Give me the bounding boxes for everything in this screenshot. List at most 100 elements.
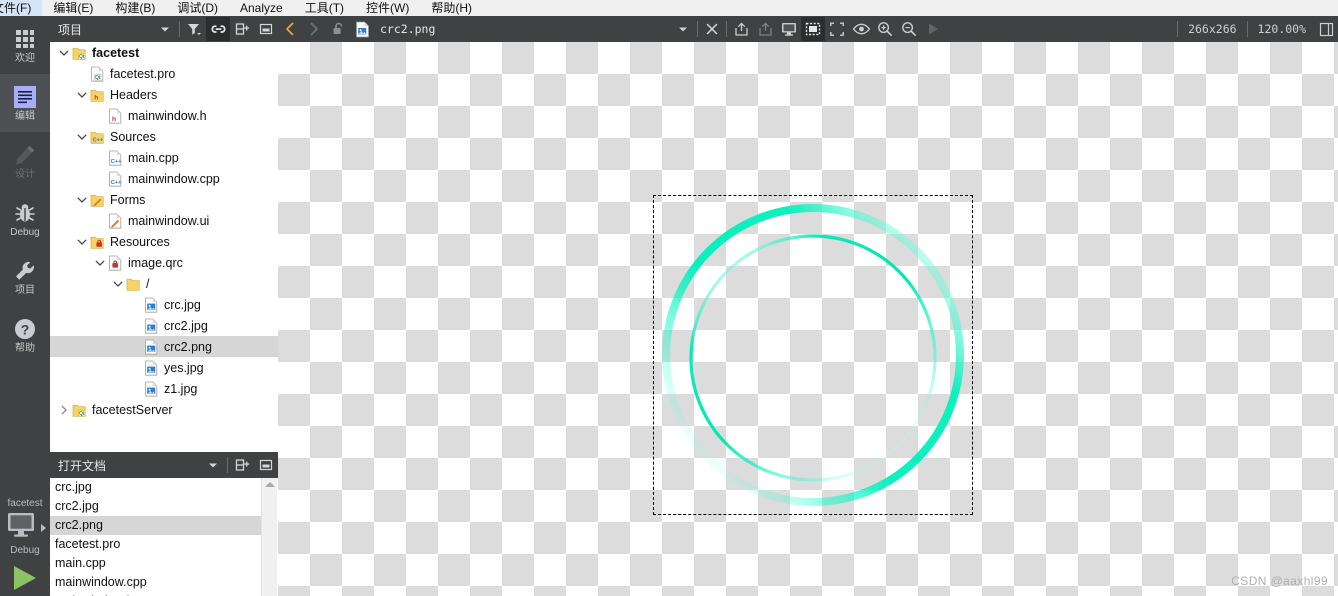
tree-row-mainwindow-h[interactable]: h mainwindow.h (50, 105, 278, 126)
menu-build[interactable]: 构建(B) (104, 0, 166, 16)
document-item[interactable]: main.cpp (50, 554, 262, 573)
zoom-level-label[interactable]: 120.00% (1250, 22, 1314, 36)
side-panel-icon[interactable] (1314, 17, 1338, 41)
mode-edit[interactable]: 编辑 (0, 74, 50, 132)
menu-window[interactable]: 控件(W) (355, 0, 420, 16)
menu-tools[interactable]: 工具(T) (294, 0, 355, 16)
svg-text:C++: C++ (111, 179, 123, 185)
tree-row-label: mainwindow.ui (128, 213, 210, 228)
close-panel-icon[interactable] (254, 17, 278, 41)
close-panel-icon[interactable] (254, 453, 278, 477)
tree-row-sources[interactable]: C++ Sources (50, 126, 278, 147)
ui-file-icon (108, 213, 123, 229)
fit-to-screen-icon[interactable] (825, 17, 849, 41)
tree-row-label: facetest (92, 45, 140, 60)
tree-row-image-qrc[interactable]: image.qrc (50, 252, 278, 273)
menu-help[interactable]: 帮助(H) (420, 0, 483, 16)
split-add-icon[interactable] (230, 17, 254, 41)
document-item[interactable]: mainwindow.cpp (50, 573, 262, 592)
tree-row-label: facetest.pro (110, 66, 176, 81)
chevron-down-icon[interactable] (201, 453, 225, 477)
tree-row-mainwindow-cpp[interactable]: C++ mainwindow.cpp (50, 168, 278, 189)
tree-row-label: Forms (110, 192, 146, 207)
document-item[interactable]: crc.jpg (50, 478, 262, 497)
tree-row-label: Sources (110, 129, 156, 144)
document-item-label: facetest.pro (55, 537, 121, 551)
back-chevron-icon[interactable] (278, 17, 302, 41)
forward-chevron-icon[interactable] (302, 17, 326, 41)
twisty-down-icon[interactable] (92, 255, 108, 271)
mode-projects[interactable]: 项目 (0, 248, 50, 306)
documents-scrollbar[interactable] (261, 478, 277, 596)
tree-row-z1-jpg[interactable]: z1.jpg (50, 378, 278, 399)
visibility-eye-icon[interactable] (849, 17, 873, 41)
tree-row-forms[interactable]: Forms (50, 189, 278, 210)
split-add-icon[interactable] (230, 453, 254, 477)
build-config-label: Debug (10, 545, 40, 556)
twisty-down-icon[interactable] (74, 87, 90, 103)
twisty-right-icon[interactable] (56, 402, 72, 418)
zoom-in-icon[interactable] (873, 17, 897, 41)
mode-welcome[interactable]: 欢迎 (0, 16, 50, 74)
outline-toggle-icon[interactable] (801, 17, 826, 41)
menu-debug[interactable]: 调试(D) (166, 0, 229, 16)
filter-icon[interactable] (182, 17, 206, 41)
tree-row-crc2-png[interactable]: crc2.png (50, 336, 278, 357)
twisty-down-icon[interactable] (110, 276, 126, 292)
tree-row-resources[interactable]: Resources (50, 231, 278, 252)
open-documents-list[interactable]: crc.jpg crc2.jpg crc2.png facetest.pro main.… (50, 478, 262, 596)
twisty-down-icon[interactable] (56, 45, 72, 61)
scroll-up-arrow-icon[interactable] (264, 482, 275, 487)
twisty-down-icon[interactable] (74, 234, 90, 250)
document-item[interactable]: crc2.png (50, 516, 262, 535)
documents-panel-title[interactable]: 打开文档 (50, 457, 201, 474)
tree-row-yes-jpg[interactable]: yes.jpg (50, 357, 278, 378)
document-item-label: mainwindow.cpp (55, 575, 147, 589)
divider (726, 21, 728, 37)
menu-edit[interactable]: 编辑(E) (42, 0, 104, 16)
background-color-icon[interactable] (777, 17, 801, 41)
document-item[interactable]: facetest.pro (50, 535, 262, 554)
run-target-selector[interactable]: facetest Debug (0, 498, 50, 596)
menu-analyze[interactable]: Analyze (229, 0, 294, 16)
tree-row-facetest[interactable]: Qt facetest (50, 42, 278, 63)
tree-row-crc-jpg[interactable]: crc.jpg (50, 294, 278, 315)
mode-design[interactable]: 设计 (0, 132, 50, 190)
svg-text:C++: C++ (93, 137, 104, 143)
tree-row-mainwindow-ui[interactable]: mainwindow.ui (50, 210, 278, 231)
chevron-down-icon[interactable] (153, 17, 177, 41)
tree-row-headers[interactable]: h Headers (50, 84, 278, 105)
tree-row-[interactable]: / (50, 273, 278, 294)
export-all-icon[interactable] (753, 17, 777, 41)
twisty-down-icon[interactable] (74, 129, 90, 145)
project-tree[interactable]: Qt facetest Qt facetest.pro h Headers h mainwin… (50, 42, 278, 452)
tree-row-crc2-jpg[interactable]: crc2.jpg (50, 315, 278, 336)
chevron-down-icon[interactable] (671, 17, 695, 41)
document-item[interactable]: mainwindow.h (50, 592, 262, 596)
tree-row-label: z1.jpg (164, 381, 198, 396)
mode-debug[interactable]: Debug (0, 190, 50, 248)
mode-help[interactable]: ? 帮助 (0, 306, 50, 364)
tree-row-facetestserver[interactable]: Qt facetestServer (50, 399, 278, 420)
export-icon[interactable] (729, 17, 753, 41)
tree-row-facetest-pro[interactable]: Qt facetest.pro (50, 63, 278, 84)
unlocked-padlock-icon[interactable] (326, 17, 350, 41)
image-dimensions-label: 266x266 (1188, 22, 1237, 36)
project-panel-title[interactable]: 项目 (50, 21, 153, 38)
svg-text:Qt: Qt (95, 74, 101, 80)
tree-row-main-cpp[interactable]: C++ main.cpp (50, 147, 278, 168)
close-x-icon[interactable] (700, 17, 724, 41)
active-file-name[interactable]: crc2.png (374, 22, 441, 36)
cpp-file-icon: C++ (108, 171, 123, 187)
zoom-out-icon[interactable] (897, 17, 921, 41)
twisty-down-icon[interactable] (74, 192, 90, 208)
play-animation-icon[interactable] (921, 17, 945, 41)
image-viewer-canvas[interactable]: CSDN @aaxhl99 (278, 42, 1338, 596)
menu-file[interactable]: 文件(F) (0, 0, 43, 16)
document-item[interactable]: crc2.jpg (50, 497, 262, 516)
link-sync-icon[interactable] (206, 17, 230, 41)
question-circle-icon: ? (13, 317, 37, 341)
run-triangle-icon[interactable] (14, 566, 36, 590)
